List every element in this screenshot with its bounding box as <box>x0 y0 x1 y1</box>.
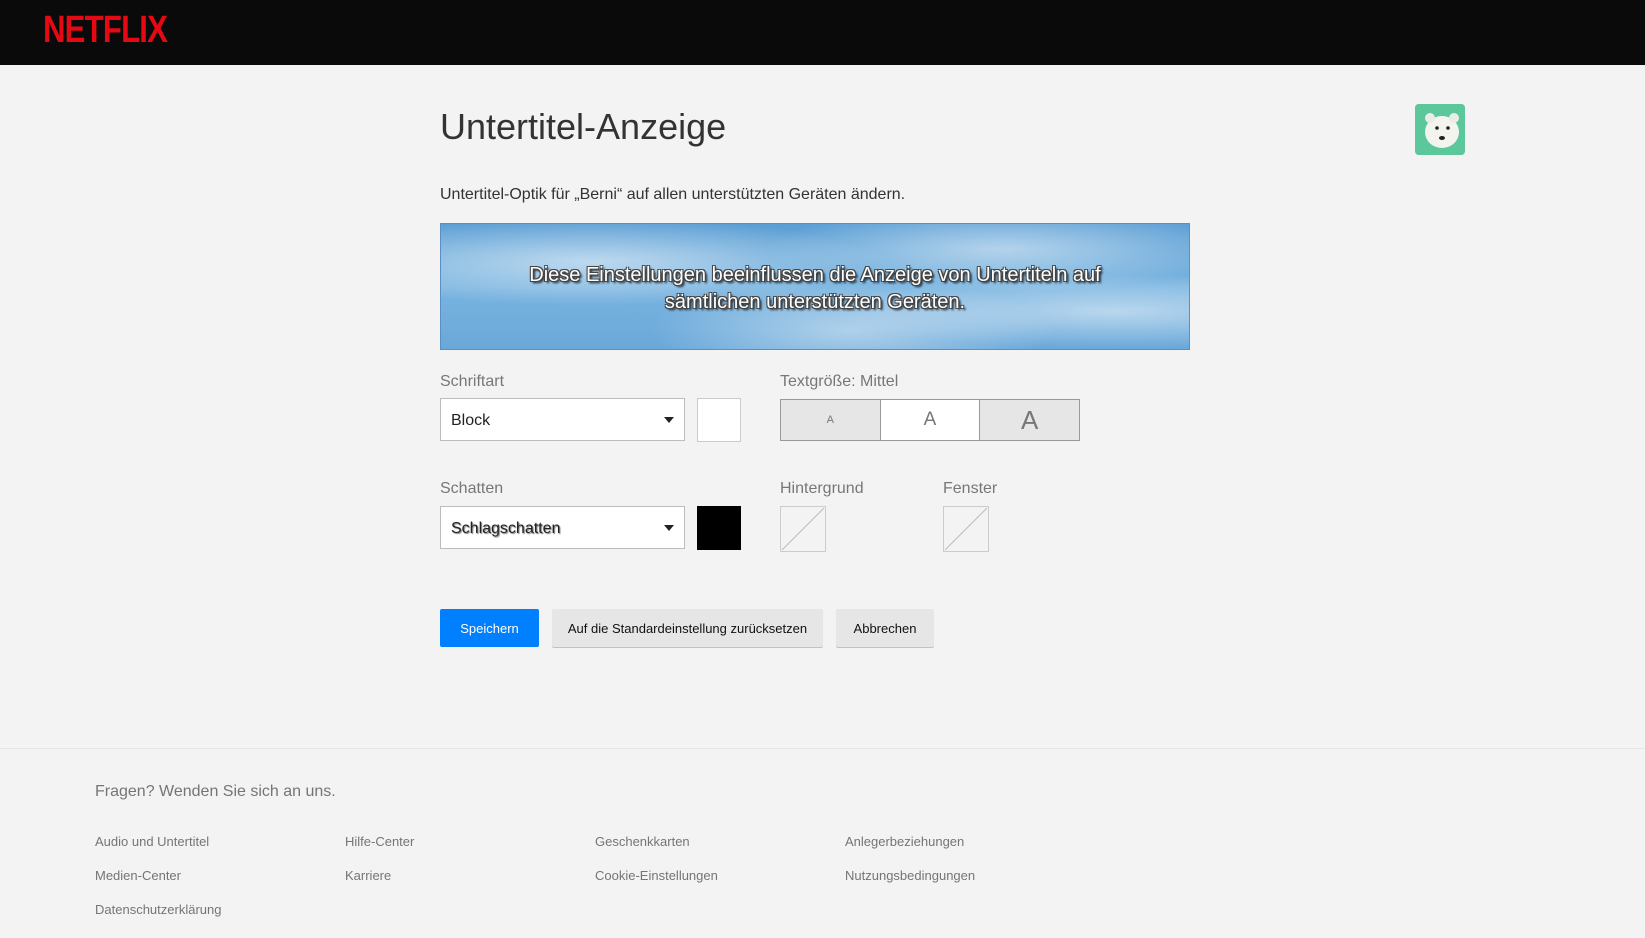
footer-link-audio-subtitles[interactable]: Audio und Untertitel <box>95 834 209 849</box>
font-select[interactable]: Block <box>440 398 685 441</box>
preview-text: Diese Einstellungen beeinflussen die Anz… <box>529 264 1101 313</box>
footer-link-cookie-settings[interactable]: Cookie-Einstellungen <box>595 868 718 883</box>
profile-description: Untertitel-Optik für „Berni“ auf allen u… <box>440 186 906 203</box>
window-color-swatch[interactable] <box>943 506 989 552</box>
polar-bear-icon <box>1415 104 1465 155</box>
footer-link-gift-cards[interactable]: Geschenkkarten <box>595 834 690 849</box>
text-size-small[interactable]: A <box>781 400 880 440</box>
footer-link-jobs[interactable]: Karriere <box>345 868 391 883</box>
text-size-large[interactable]: A <box>980 400 1080 440</box>
background-label: Hintergrund <box>780 480 864 497</box>
page-title: Untertitel-Anzeige <box>440 106 727 147</box>
footer-link-privacy[interactable]: Datenschutzerklärung <box>95 902 221 917</box>
chevron-down-icon <box>664 525 674 531</box>
background-color-swatch[interactable] <box>780 506 826 552</box>
no-color-icon <box>781 507 825 551</box>
font-label: Schriftart <box>440 373 505 390</box>
save-button[interactable]: Speichern <box>440 609 539 647</box>
footer-link-media-center[interactable]: Medien-Center <box>95 868 181 883</box>
footer-contact-link[interactable]: Fragen? Wenden Sie sich an uns. <box>95 783 336 801</box>
top-bar: NETFLIX <box>0 0 1645 65</box>
reset-defaults-button[interactable]: Auf die Standardeinstellung zurücksetzen <box>552 609 823 647</box>
shadow-label: Schatten <box>440 480 504 497</box>
text-size-selector: A A A <box>780 399 1080 441</box>
footer-link-investor-relations[interactable]: Anlegerbeziehungen <box>845 834 964 849</box>
footer-link-terms[interactable]: Nutzungsbedingungen <box>845 868 975 883</box>
font-color-swatch[interactable] <box>697 398 741 442</box>
shadow-color-swatch[interactable] <box>697 506 741 550</box>
font-select-value: Block <box>451 412 491 429</box>
profile-avatar[interactable] <box>1415 104 1465 155</box>
no-color-icon <box>944 507 988 551</box>
shadow-select[interactable]: Schlagschatten <box>440 506 685 549</box>
text-size-label: Textgröße: Mittel <box>780 373 899 390</box>
subtitle-preview: Diese Einstellungen beeinflussen die Anz… <box>440 223 1190 350</box>
text-size-medium[interactable]: A <box>879 400 981 440</box>
netflix-logo[interactable]: NETFLIX <box>43 9 168 52</box>
shadow-select-value: Schlagschatten <box>451 520 561 537</box>
cancel-button[interactable]: Abbrechen <box>836 609 934 647</box>
window-label: Fenster <box>943 480 998 497</box>
footer-link-help-center[interactable]: Hilfe-Center <box>345 834 414 849</box>
chevron-down-icon <box>664 417 674 423</box>
footer: Fragen? Wenden Sie sich an uns. Audio un… <box>0 748 1645 938</box>
